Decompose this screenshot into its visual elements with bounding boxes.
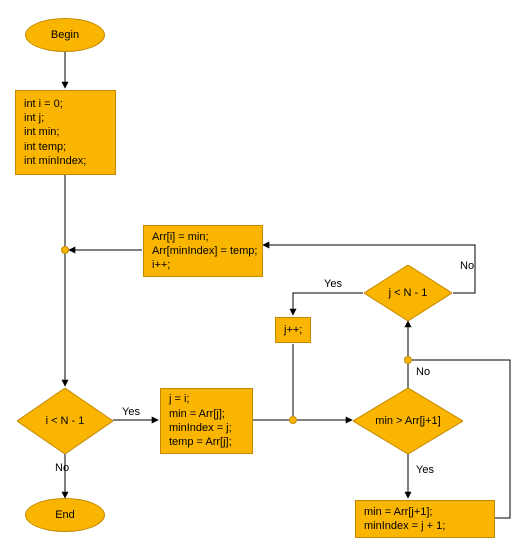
node-setj: j = i; min = Arr[j]; minIndex = j; temp … <box>160 388 253 454</box>
node-decision-i: i < N - 1 <box>17 388 113 454</box>
connector-inner-entry <box>289 416 297 424</box>
node-update-min-text: min = Arr[j+1]; minIndex = j + 1; <box>364 505 445 534</box>
node-decision-min: min > Arr[j+1] <box>353 388 463 454</box>
node-swap: Arr[i] = min; Arr[minIndex] = temp; i++; <box>143 225 263 277</box>
connector-outer-loop <box>61 246 69 254</box>
connector-inner-loop <box>404 356 412 364</box>
edge-label-j-yes: Yes <box>324 278 342 290</box>
edge-label-i-no: No <box>55 462 69 474</box>
node-jpp: j++; <box>275 317 311 343</box>
edge-label-i-yes: Yes <box>122 406 140 418</box>
node-swap-text: Arr[i] = min; Arr[minIndex] = temp; i++; <box>152 230 257 273</box>
node-decision-i-label: i < N - 1 <box>46 415 85 427</box>
node-decision-j-label: j < N - 1 <box>389 287 428 299</box>
node-begin-label: Begin <box>51 29 79 41</box>
node-init-text: int i = 0; int j; int min; int temp; int… <box>24 97 86 168</box>
node-jpp-text: j++; <box>284 323 302 337</box>
node-end: End <box>25 498 105 532</box>
edge-label-min-yes: Yes <box>416 464 434 476</box>
edge-label-j-no: No <box>460 260 474 272</box>
node-begin: Begin <box>25 18 105 52</box>
edge-label-min-no: No <box>416 366 430 378</box>
node-decision-min-label: min > Arr[j+1] <box>375 415 440 427</box>
node-update-min: min = Arr[j+1]; minIndex = j + 1; <box>355 500 495 538</box>
node-decision-j: j < N - 1 <box>364 265 452 321</box>
node-end-label: End <box>55 509 75 521</box>
node-setj-text: j = i; min = Arr[j]; minIndex = j; temp … <box>169 392 232 449</box>
node-init: int i = 0; int j; int min; int temp; int… <box>15 90 116 175</box>
